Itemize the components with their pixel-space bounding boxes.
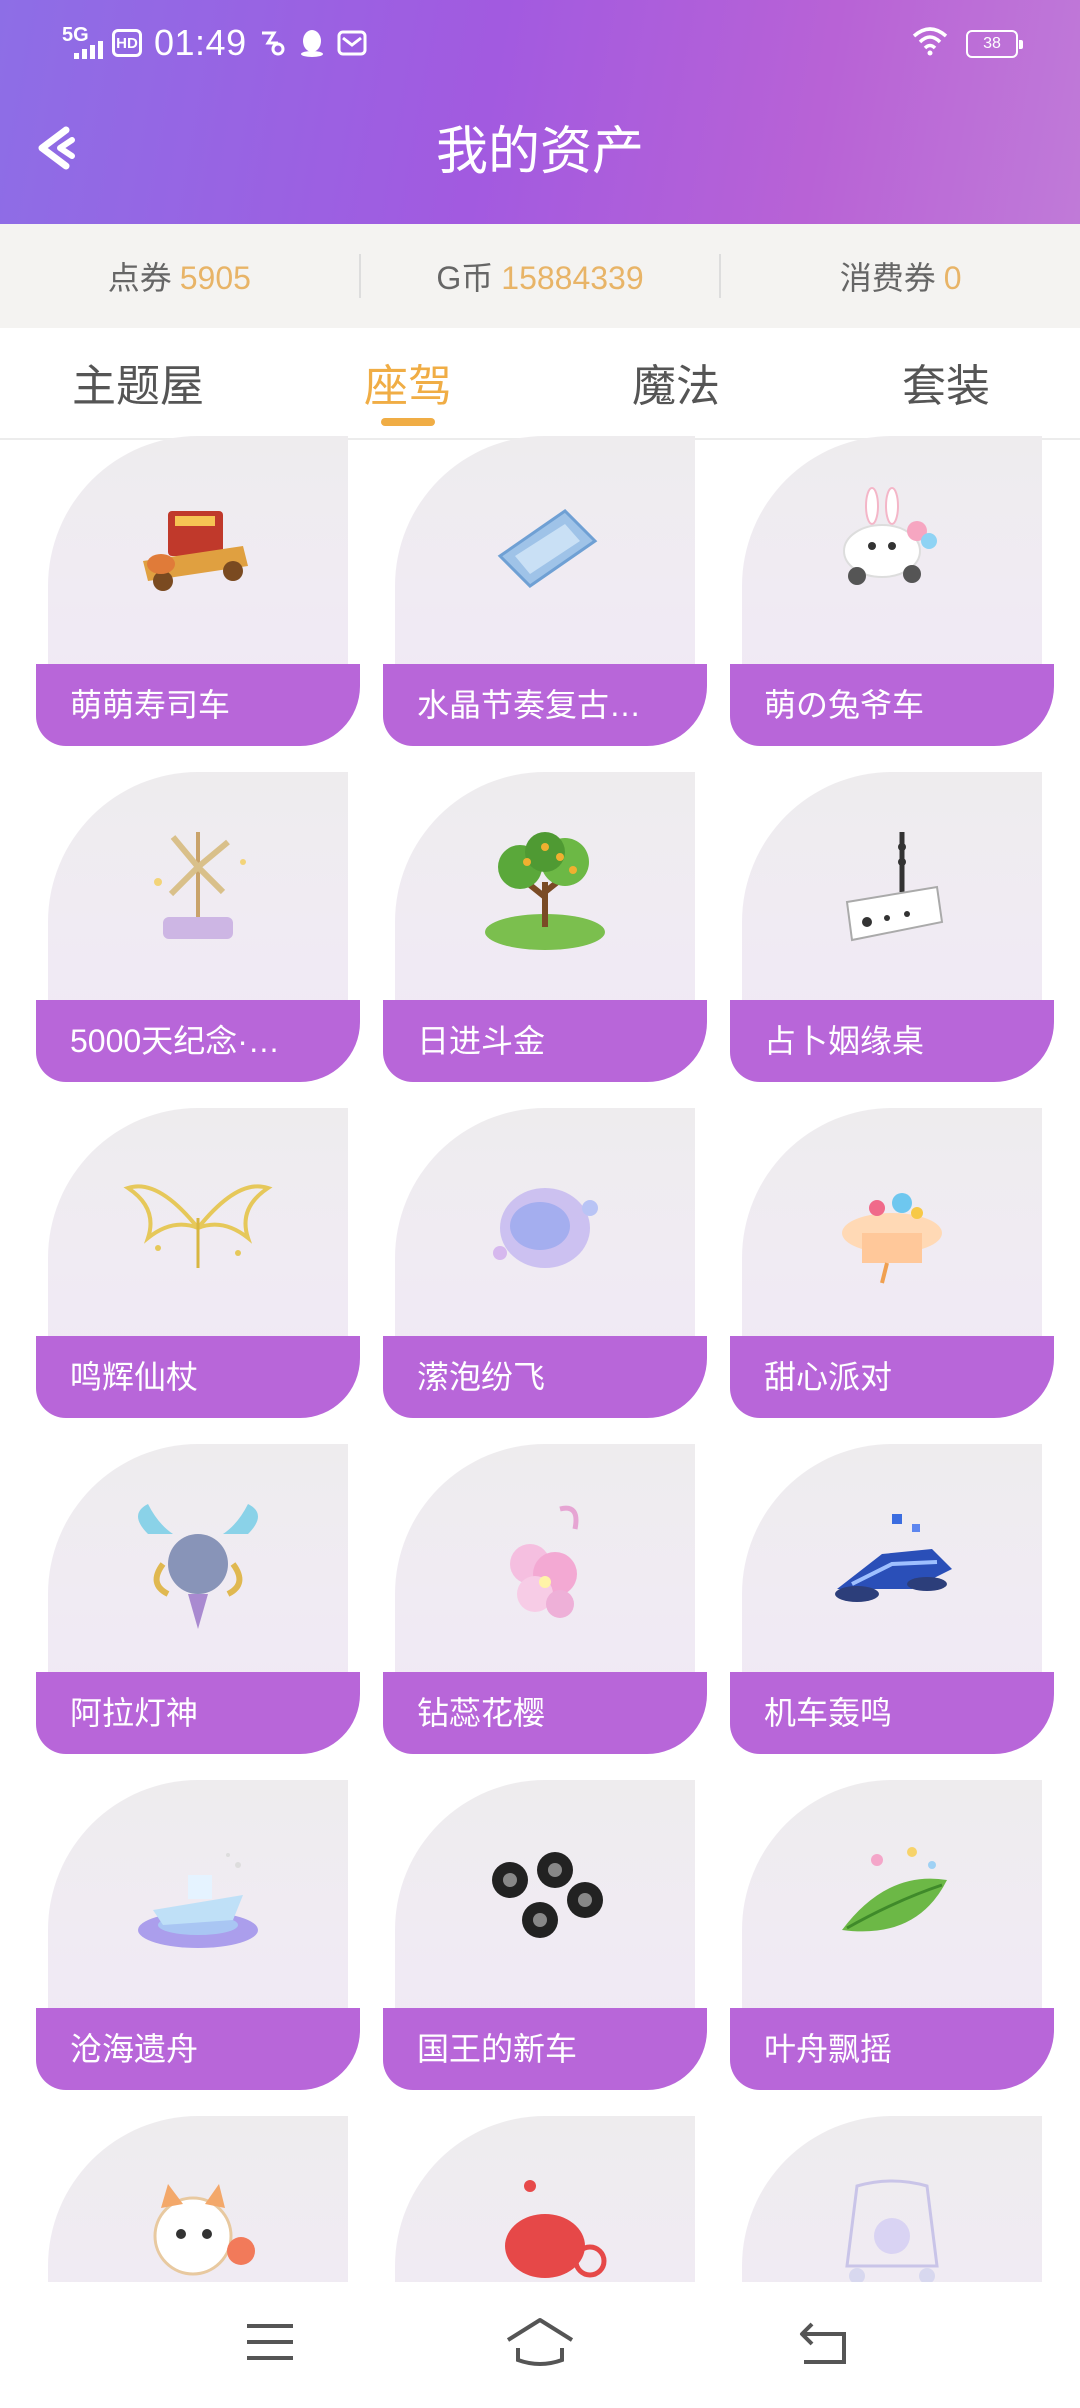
money-tree-icon xyxy=(485,832,605,950)
crystal-carriage-icon xyxy=(845,2179,939,2282)
item-card[interactable]: 占卜姻缘桌 xyxy=(730,772,1054,1082)
item-grid: 萌萌寿司车 水晶节奏复古… 萌の兔爷车 5000天纪念·… 日进斗金 占卜姻缘桌… xyxy=(36,436,1056,2282)
item-name: 萌萌寿司车 xyxy=(36,664,360,746)
sakura-flower-icon xyxy=(510,1505,579,1618)
menu-icon xyxy=(247,2324,293,2360)
item-card[interactable]: 潆泡纷飞 xyxy=(383,1108,707,1418)
item-name: 5000天纪念·… xyxy=(36,1000,360,1082)
golden-wings-icon xyxy=(123,1184,273,1268)
signal-icon: 5G xyxy=(62,23,103,63)
item-card[interactable]: 钻蕊花樱 xyxy=(383,1444,707,1754)
tab-vehicle[interactable]: 座驾 xyxy=(308,350,508,414)
hd-icon: HD xyxy=(112,29,142,57)
fortune-table-icon xyxy=(845,832,944,942)
item-name: 水晶节奏复古… xyxy=(383,664,707,746)
lamp-genie-icon xyxy=(138,1504,258,1629)
item-name: 钻蕊花樱 xyxy=(383,1672,707,1754)
balance-dianquan: 点券 5905 xyxy=(107,260,251,296)
item-image xyxy=(742,2116,1042,2282)
home-icon xyxy=(506,2318,574,2366)
item-name: 阿拉灯神 xyxy=(36,1672,360,1754)
item-name: 占卜姻缘桌 xyxy=(730,1000,1054,1082)
active-tab-indicator xyxy=(381,418,435,426)
item-card[interactable]: 5000天纪念·… xyxy=(36,772,360,1082)
tab-magic[interactable]: 魔法 xyxy=(576,350,776,414)
item-name: 国王的新车 xyxy=(383,2008,707,2090)
nav-back-button[interactable] xyxy=(790,2312,860,2372)
wheels-icon xyxy=(492,1852,603,1938)
item-card[interactable]: 沧海遗舟 xyxy=(36,1780,360,2090)
item-image xyxy=(48,2116,348,2282)
item-name: 沧海遗舟 xyxy=(36,2008,360,2090)
item-card[interactable] xyxy=(730,2116,1054,2282)
status-bar: 5G HD 01:49 38 xyxy=(0,0,1080,90)
system-nav-bar xyxy=(0,2282,1080,2408)
tab-theme-house[interactable]: 主题屋 xyxy=(38,350,238,414)
item-card[interactable] xyxy=(36,2116,360,2282)
item-card[interactable]: 甜心派对 xyxy=(730,1108,1054,1418)
boat-icon xyxy=(138,1853,258,1948)
category-tabs: 主题屋 座驾 魔法 套装 xyxy=(0,330,1080,440)
mail-icon xyxy=(337,28,367,58)
header: 5G HD 01:49 38 我的资产 xyxy=(0,0,1080,224)
item-name: 萌の兔爷车 xyxy=(730,664,1054,746)
item-card[interactable]: 水晶节奏复古… xyxy=(383,436,707,746)
item-card[interactable]: 机车轰鸣 xyxy=(730,1444,1054,1754)
page-title: 我的资产 xyxy=(435,123,644,181)
item-name: 鸣辉仙杖 xyxy=(36,1336,360,1418)
party-table-icon xyxy=(842,1193,942,1284)
bunny-car-icon xyxy=(843,487,937,585)
item-card[interactable]: 萌の兔爷车 xyxy=(730,436,1054,746)
item-card[interactable]: 萌萌寿司车 xyxy=(36,436,360,746)
wifi-icon xyxy=(912,26,948,61)
balance-gcoin: G币 15884339 xyxy=(436,260,644,296)
tab-outfit[interactable]: 套装 xyxy=(846,350,1046,414)
item-name: 日进斗金 xyxy=(383,1000,707,1082)
status-time: 01:49 xyxy=(154,22,247,63)
red-cart-icon xyxy=(505,2180,607,2278)
motorbike-icon xyxy=(835,1514,952,1602)
screenshot-icon xyxy=(257,28,287,58)
item-card[interactable] xyxy=(383,2116,707,2282)
qq-icon xyxy=(297,28,327,58)
item-name: 叶舟飘摇 xyxy=(730,2008,1054,2090)
bubble-icon xyxy=(493,1188,598,1268)
windmill-icon xyxy=(154,832,246,939)
sushi-cart-icon xyxy=(143,511,248,591)
home-button[interactable] xyxy=(500,2312,580,2372)
item-name: 甜心派对 xyxy=(730,1336,1054,1418)
back-icon xyxy=(800,2322,846,2364)
item-card[interactable]: 阿拉灯神 xyxy=(36,1444,360,1754)
item-card[interactable]: 国王的新车 xyxy=(383,1780,707,2090)
balance-bar: 点券 5905 G币 15884339 消费券 0 xyxy=(0,224,1080,328)
balance-coupon: 消费券 0 xyxy=(839,260,962,296)
item-name: 潆泡纷飞 xyxy=(383,1336,707,1418)
battery-icon: 38 xyxy=(966,29,1023,58)
item-card[interactable]: 鸣辉仙杖 xyxy=(36,1108,360,1418)
menu-button[interactable] xyxy=(235,2312,305,2372)
leaf-boat-icon xyxy=(842,1847,947,1932)
item-image xyxy=(395,2116,695,2282)
crystal-board-icon xyxy=(497,509,598,588)
lucky-cat-icon xyxy=(153,2184,255,2276)
item-card[interactable]: 叶舟飘摇 xyxy=(730,1780,1054,2090)
item-card[interactable]: 日进斗金 xyxy=(383,772,707,1082)
item-name: 机车轰鸣 xyxy=(730,1672,1054,1754)
